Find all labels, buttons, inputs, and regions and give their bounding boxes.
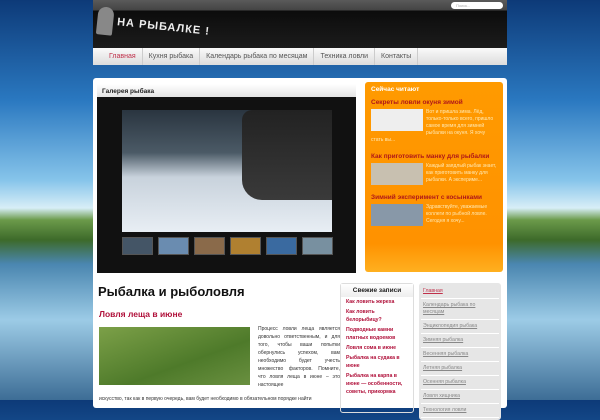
reading-item: Секреты ловли окуня зимой Вот и пришла зи… (371, 99, 497, 144)
post-image[interactable] (99, 327, 250, 385)
recent-post-link[interactable]: Как ловить белорыбицу? (341, 307, 413, 325)
recent-post-link[interactable]: Как ловить жереха (341, 297, 413, 307)
thumbnail[interactable] (194, 237, 225, 255)
nav-home[interactable]: Главная (103, 48, 143, 65)
thumbnail[interactable] (302, 237, 333, 255)
recent-post-link[interactable]: Рыбалка на карпа в июне — особенности, с… (341, 371, 413, 397)
widget-title: Сейчас читают (371, 86, 420, 93)
reading-item-title[interactable]: Секреты ловли окуня зимой (371, 99, 497, 106)
thumbnail[interactable] (266, 237, 297, 255)
fisherman-icon (95, 6, 115, 36)
category-link[interactable]: Ловля хищника (421, 390, 499, 404)
reading-thumb[interactable] (371, 163, 423, 185)
category-link[interactable]: Летняя рыбалка (421, 362, 499, 376)
category-link[interactable]: Энциклопедия рыбака (421, 320, 499, 334)
thumbnail[interactable] (122, 237, 153, 255)
recent-post-link[interactable]: Подводные камни платных водоемов (341, 325, 413, 343)
content: Галерея рыбака Сейчас читают Секреты лов… (93, 78, 507, 420)
category-link[interactable]: Весенняя рыбалка (421, 348, 499, 362)
nav-kitchen[interactable]: Кухня рыбака (143, 48, 201, 65)
nav-calendar[interactable]: Календарь рыбака по месяцам (200, 48, 315, 65)
nav-technique[interactable]: Техника ловли (314, 48, 376, 65)
recent-posts-widget: Свежие записи Как ловить жереха Как лови… (340, 283, 414, 413)
category-link[interactable]: Технология ловли (421, 404, 499, 418)
page-title: Рыбалка и рыболовля (98, 284, 245, 299)
category-link[interactable]: Осенняя рыбалка (421, 376, 499, 390)
thumbnail[interactable] (230, 237, 261, 255)
site-logo[interactable]: НА РЫБАЛКЕ ! (95, 6, 211, 46)
reading-item-title[interactable]: Как приготовить манку для рыбалки (371, 153, 497, 160)
nav-contacts[interactable]: Контакты (375, 48, 419, 65)
recent-post-link[interactable]: Рыбалка на судака в июне (341, 353, 413, 371)
category-link[interactable]: Зимняя рыбалка (421, 334, 499, 348)
post-title[interactable]: Ловля леща в июне (99, 309, 182, 319)
gallery-title: Галерея рыбака (97, 84, 356, 97)
gallery-thumbnails (122, 237, 333, 255)
widget-title: Свежие записи (341, 284, 413, 297)
reading-thumb[interactable] (371, 204, 423, 226)
gallery: Галерея рыбака (97, 84, 356, 273)
reading-item: Зимний эксперимент с косынками Здравствуй… (371, 194, 497, 226)
category-link[interactable]: Календарь рыбака по месяцам (421, 299, 499, 320)
site-header-wrap: НА РЫБАЛКЕ ! Поиск... Главная Кухня рыба… (93, 0, 507, 65)
post-text: Процесс ловли леща является довольно отв… (258, 326, 340, 388)
search-input[interactable]: Поиск... (451, 2, 503, 9)
now-reading-widget: Сейчас читают Секреты ловли окуня зимой В… (365, 82, 503, 272)
thumbnail[interactable] (158, 237, 189, 255)
gallery-main-image[interactable] (122, 110, 332, 232)
reading-item: Как приготовить манку для рыбалки Каждый … (371, 153, 497, 185)
recent-post-link[interactable]: Ловля сома в июне (341, 343, 413, 353)
header: НА РЫБАЛКЕ ! Поиск... (93, 0, 507, 48)
logo-text: НА РЫБАЛКЕ ! (116, 16, 211, 38)
main-nav: Главная Кухня рыбака Календарь рыбака по… (93, 48, 507, 65)
reading-item-title[interactable]: Зимний эксперимент с косынками (371, 194, 497, 201)
reading-thumb[interactable] (371, 109, 423, 131)
post-text-more: искусство, так как в первую очередь, вам… (99, 396, 312, 402)
category-link[interactable]: Главная (421, 285, 499, 299)
category-nav: Главная Календарь рыбака по месяцам Энци… (419, 283, 501, 420)
ice-fisher-image (242, 110, 332, 200)
